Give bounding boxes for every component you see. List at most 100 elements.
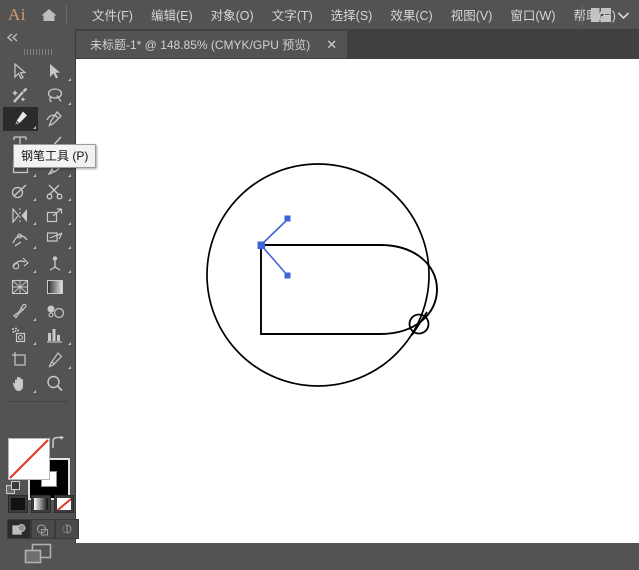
eyedropper-tool[interactable] bbox=[3, 299, 38, 323]
tool-row bbox=[3, 275, 73, 299]
flyout-indicator bbox=[33, 174, 36, 177]
column-graph-tool[interactable] bbox=[38, 323, 73, 347]
handle-point-out[interactable] bbox=[285, 273, 291, 279]
document-tab-bar: 未标题-1* @ 148.85% (CMYK/GPU 预览) ✕ bbox=[75, 29, 639, 60]
flyout-indicator bbox=[33, 318, 36, 321]
curvature-tool[interactable] bbox=[38, 107, 73, 131]
flyout-indicator bbox=[68, 198, 71, 201]
none-mode-button[interactable] bbox=[54, 495, 74, 513]
close-icon[interactable]: ✕ bbox=[326, 38, 337, 51]
menu-object[interactable]: 对象(O) bbox=[202, 1, 263, 28]
color-mode-button[interactable] bbox=[8, 495, 28, 513]
flyout-indicator bbox=[33, 246, 36, 249]
tool-row bbox=[3, 227, 73, 251]
menu-window[interactable]: 窗口(W) bbox=[501, 1, 564, 28]
tool-row bbox=[3, 299, 73, 323]
shape-builder-tool[interactable] bbox=[3, 251, 38, 275]
tool-row bbox=[3, 371, 73, 395]
document-tab[interactable]: 未标题-1* @ 148.85% (CMYK/GPU 预览) ✕ bbox=[76, 31, 347, 58]
document-canvas[interactable] bbox=[75, 59, 639, 543]
tool-row bbox=[3, 323, 73, 347]
menubar-right-controls bbox=[582, 0, 635, 29]
zoom-tool[interactable] bbox=[38, 371, 73, 395]
tool-row bbox=[3, 251, 73, 275]
illustrator-window: Ai 文件(F) 编辑(E) 对象(O) 文字(T) 选择(S) 效果(C) 视… bbox=[0, 0, 639, 543]
artwork-svg bbox=[75, 59, 639, 543]
tool-row bbox=[3, 107, 73, 131]
free-transform-tool[interactable] bbox=[38, 227, 73, 251]
artboard-tool[interactable] bbox=[3, 347, 38, 371]
flyout-indicator bbox=[68, 102, 71, 105]
tool-row bbox=[3, 179, 73, 203]
width-tool[interactable] bbox=[3, 227, 38, 251]
direct-selection-tool[interactable] bbox=[38, 59, 73, 83]
document-tab-label: 未标题-1* @ 148.85% (CMYK/GPU 预览) bbox=[90, 36, 310, 53]
tool-row bbox=[3, 59, 73, 83]
tool-row bbox=[3, 347, 73, 371]
pen-anchor-handles bbox=[258, 216, 291, 279]
mesh-tool[interactable] bbox=[3, 275, 38, 299]
menu-type[interactable]: 文字(T) bbox=[263, 1, 322, 28]
menu-view[interactable]: 视图(V) bbox=[442, 1, 502, 28]
symbol-sprayer-tool[interactable] bbox=[3, 323, 38, 347]
tool-grid bbox=[3, 59, 73, 395]
flyout-indicator bbox=[33, 270, 36, 273]
color-mode-buttons bbox=[8, 495, 77, 513]
swap-fill-stroke-icon[interactable] bbox=[50, 436, 66, 456]
flyout-indicator bbox=[33, 198, 36, 201]
shaper-tool[interactable] bbox=[3, 179, 38, 203]
menubar-right-divider bbox=[582, 5, 583, 25]
gradient-mode-button[interactable] bbox=[31, 495, 51, 513]
fill-swatch[interactable] bbox=[8, 438, 50, 480]
flyout-indicator bbox=[33, 342, 36, 345]
lasso-tool[interactable] bbox=[38, 83, 73, 107]
flyout-indicator bbox=[68, 174, 71, 177]
selection-tool[interactable] bbox=[3, 59, 38, 83]
double-chevron-left-icon[interactable] bbox=[0, 29, 75, 45]
menu-select[interactable]: 选择(S) bbox=[322, 1, 382, 28]
tools-panel bbox=[0, 29, 76, 543]
magic-wand-tool[interactable] bbox=[3, 83, 38, 107]
handle-point-in[interactable] bbox=[285, 216, 291, 222]
menubar-divider bbox=[66, 5, 67, 25]
pen-tool[interactable] bbox=[3, 107, 38, 131]
home-icon[interactable] bbox=[34, 0, 64, 29]
scissors-tool[interactable] bbox=[38, 179, 73, 203]
menu-items: 文件(F) 编辑(E) 对象(O) 文字(T) 选择(S) 效果(C) 视图(V… bbox=[83, 1, 625, 28]
tool-tooltip: 钢笔工具 (P) bbox=[13, 144, 96, 168]
chevron-down-icon[interactable] bbox=[618, 6, 629, 24]
scale-tool[interactable] bbox=[38, 203, 73, 227]
menu-effect[interactable]: 效果(C) bbox=[381, 1, 441, 28]
flyout-indicator bbox=[33, 126, 36, 129]
menu-file[interactable]: 文件(F) bbox=[83, 1, 142, 28]
slice-tool[interactable] bbox=[38, 347, 73, 371]
workspace-switcher-icon[interactable] bbox=[591, 8, 611, 22]
pen-close-path-cursor bbox=[410, 312, 429, 335]
panel-drag-grip[interactable] bbox=[0, 45, 75, 59]
blend-tool[interactable] bbox=[38, 299, 73, 323]
flyout-indicator bbox=[68, 270, 71, 273]
tool-row bbox=[3, 203, 73, 227]
handle-line-in bbox=[261, 219, 288, 245]
hand-tool[interactable] bbox=[3, 371, 38, 395]
fill-stroke-controls bbox=[0, 433, 75, 503]
draw-mode-buttons bbox=[7, 519, 79, 539]
handle-line-out bbox=[261, 245, 288, 276]
draw-normal-button[interactable] bbox=[7, 519, 31, 539]
draw-inside-button[interactable] bbox=[55, 519, 79, 539]
tool-row bbox=[3, 83, 73, 107]
rotate-tool[interactable] bbox=[3, 203, 38, 227]
change-screen-mode-button[interactable] bbox=[24, 543, 52, 570]
menu-bar: Ai 文件(F) 编辑(E) 对象(O) 文字(T) 选择(S) 效果(C) 视… bbox=[0, 0, 639, 29]
perspective-grid-tool[interactable] bbox=[38, 251, 73, 275]
flyout-indicator bbox=[68, 78, 71, 81]
flyout-indicator bbox=[68, 246, 71, 249]
draw-behind-button[interactable] bbox=[31, 519, 55, 539]
flyout-indicator bbox=[68, 342, 71, 345]
tools-divider bbox=[6, 401, 68, 402]
menu-edit[interactable]: 编辑(E) bbox=[142, 1, 202, 28]
gradient-tool[interactable] bbox=[38, 275, 73, 299]
outer-circle-path[interactable] bbox=[207, 164, 429, 386]
anchor-point[interactable] bbox=[258, 242, 266, 250]
flyout-indicator bbox=[33, 390, 36, 393]
